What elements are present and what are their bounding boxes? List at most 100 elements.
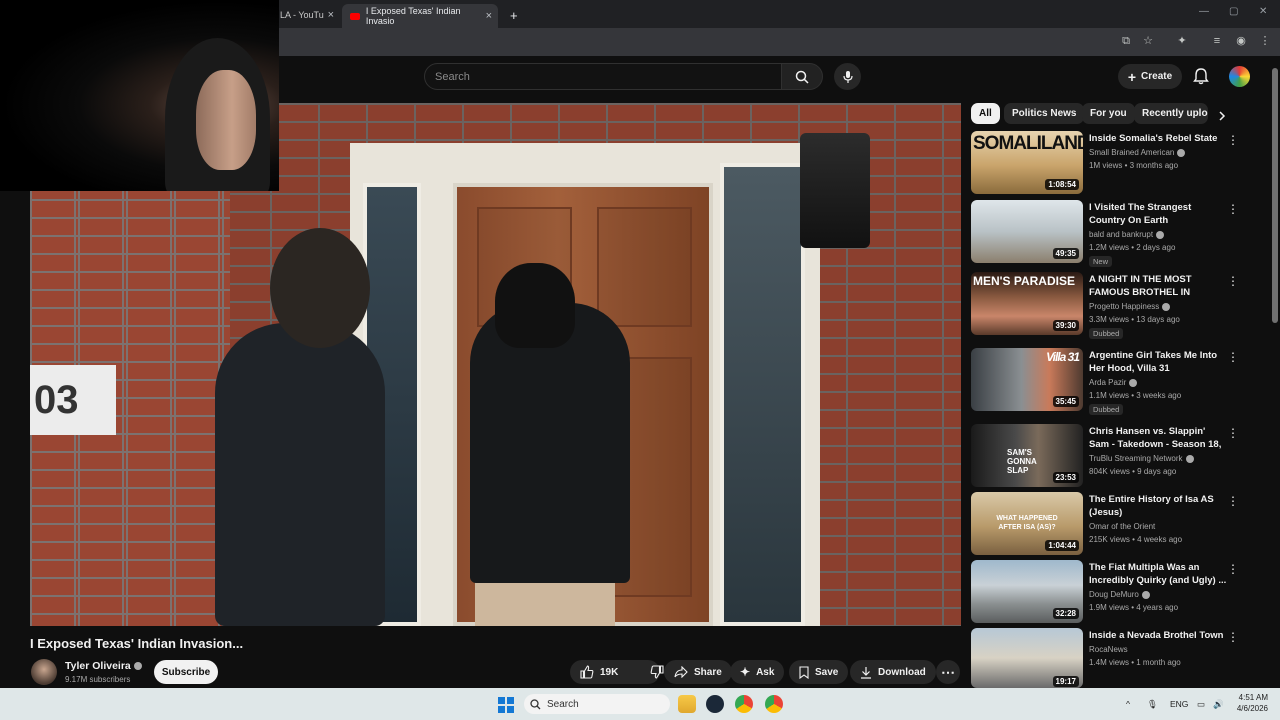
video-title[interactable]: I Visited The Strangest Country On Earth — [1089, 201, 1227, 227]
browser-menu-icon[interactable]: ⋮ — [1258, 34, 1272, 48]
recommendation-item[interactable]: WHAT HAPPENED AFTER ISA (AS)? 1:04:44 Th… — [971, 492, 1251, 556]
more-options-icon[interactable]: ⋮ — [1227, 350, 1239, 364]
chip-politics-news[interactable]: Politics News — [1004, 103, 1085, 124]
duration-badge: 23:53 — [1052, 472, 1079, 483]
chip-for-you[interactable]: For you — [1082, 103, 1135, 124]
maximize-icon[interactable]: ▢ — [1229, 6, 1238, 17]
minimize-icon[interactable]: — — [1199, 6, 1209, 17]
channel-name[interactable]: RocaNews — [1089, 645, 1128, 654]
like-button[interactable]: 19K — [570, 660, 628, 684]
media-controls-icon[interactable]: ≡ — [1210, 34, 1224, 48]
create-button[interactable]: + Create — [1118, 64, 1182, 89]
windows-start-icon[interactable] — [498, 697, 514, 713]
video-title[interactable]: A NIGHT IN THE MOST FAMOUS BROTHEL IN EU… — [1089, 273, 1227, 300]
clock-date: 4/6/2026 — [1236, 704, 1268, 713]
more-actions-button[interactable]: ⋯ — [936, 660, 960, 684]
sparkle-icon: ✦ — [740, 665, 751, 679]
profile-icon[interactable]: ◉ — [1234, 34, 1248, 48]
more-options-icon[interactable]: ⋮ — [1227, 562, 1239, 576]
save-label: Save — [815, 666, 839, 678]
save-button[interactable]: Save — [789, 660, 849, 684]
system-clock[interactable]: 4:51 AM 4/6/2026 — [1228, 692, 1268, 714]
webcam-person-face — [196, 70, 256, 170]
more-options-icon[interactable]: ⋮ — [1227, 202, 1239, 216]
channel-name[interactable]: TruBlu Streaming Network — [1089, 454, 1194, 463]
recommendation-item[interactable]: Villa 31 35:45 Argentine Girl Takes Me I… — [971, 348, 1251, 415]
recommendation-item[interactable]: SAM'S GONNA SLAP 23:53 Chris Hansen vs. … — [971, 424, 1251, 488]
recommendation-item[interactable]: 32:28 The Fiat Multipla Was an Incredibl… — [971, 560, 1251, 624]
scrollbar-thumb[interactable] — [1272, 68, 1278, 323]
video-thumbnail[interactable]: 49:35 — [971, 200, 1083, 263]
video-thumbnail[interactable]: 19:17 — [971, 628, 1083, 688]
video-title[interactable]: Argentine Girl Takes Me Into Her Hood, V… — [1089, 349, 1227, 375]
more-options-icon[interactable]: ⋮ — [1227, 274, 1239, 288]
person-right-head — [495, 263, 575, 348]
more-options-icon[interactable]: ⋮ — [1227, 494, 1239, 508]
close-window-icon[interactable]: ✕ — [1259, 6, 1267, 17]
more-options-icon[interactable]: ⋮ — [1227, 426, 1239, 440]
browser-tab-active[interactable]: I Exposed Texas' Indian Invasio × — [342, 4, 498, 28]
steam-icon[interactable] — [706, 695, 724, 713]
chevron-right-icon[interactable] — [1213, 107, 1231, 125]
channel-name[interactable]: bald and bankrupt — [1089, 230, 1165, 239]
video-thumbnail[interactable]: SOMALILAND 1:08:54 — [971, 131, 1083, 194]
share-button[interactable]: Share — [664, 660, 732, 684]
ask-label: Ask — [756, 666, 775, 678]
network-icon[interactable]: ▭ — [1197, 699, 1205, 710]
more-options-icon[interactable]: ⋮ — [1227, 133, 1239, 147]
volume-icon[interactable]: 🔊 — [1213, 699, 1224, 710]
channel-name[interactable]: Progetto Happiness — [1089, 302, 1171, 311]
channel-avatar[interactable] — [31, 659, 57, 685]
voice-search-button[interactable] — [834, 63, 861, 90]
dubbed-badge: Dubbed — [1089, 404, 1124, 415]
more-options-icon[interactable]: ⋮ — [1227, 630, 1239, 644]
thumbnail-text: MEN'S PARADISE — [973, 274, 1075, 288]
video-title[interactable]: Inside Somalia's Rebel State — [1089, 132, 1227, 145]
like-count: 19K — [600, 666, 619, 678]
download-button[interactable]: Download — [850, 660, 936, 684]
channel-name[interactable]: Omar of the Orient — [1089, 522, 1155, 531]
search-button[interactable] — [781, 63, 823, 90]
chrome-icon[interactable] — [735, 695, 753, 713]
file-explorer-icon[interactable] — [678, 695, 696, 713]
bookmark-star-icon[interactable]: ☆ — [1141, 34, 1155, 48]
close-tab-icon[interactable]: × — [486, 10, 492, 22]
new-tab-button[interactable]: + — [502, 4, 526, 26]
video-title[interactable]: Chris Hansen vs. Slappin' Sam - Takedown… — [1089, 425, 1227, 452]
install-app-icon[interactable]: ⧉ — [1119, 34, 1133, 48]
video-thumbnail[interactable]: Villa 31 35:45 — [971, 348, 1083, 411]
channel-name[interactable]: Arda Pazir — [1089, 378, 1138, 387]
recommendation-item[interactable]: MEN'S PARADISE 39:30 A NIGHT IN THE MOST… — [971, 272, 1251, 339]
chip-recently-uploaded[interactable]: Recently uploa — [1134, 103, 1208, 124]
recommendation-item[interactable]: 49:35 I Visited The Strangest Country On… — [971, 200, 1251, 267]
taskbar-search[interactable]: Search — [524, 694, 670, 714]
video-thumbnail[interactable]: WHAT HAPPENED AFTER ISA (AS)? 1:04:44 — [971, 492, 1083, 555]
extensions-icon[interactable]: ✦ — [1175, 34, 1189, 48]
video-thumbnail[interactable]: SAM'S GONNA SLAP 23:53 — [971, 424, 1083, 487]
close-tab-icon[interactable]: × — [328, 9, 334, 21]
notifications-bell-icon[interactable] — [1192, 67, 1210, 85]
recommendation-item[interactable]: 19:17 Inside a Nevada Brothel Town RocaN… — [971, 628, 1251, 688]
video-title[interactable]: The Fiat Multipla Was an Incredibly Quir… — [1089, 561, 1227, 587]
chrome-profile-icon[interactable] — [765, 695, 783, 713]
search-input[interactable]: Search — [424, 63, 782, 90]
video-meta: 1.2M views • 2 days ago — [1089, 243, 1176, 252]
video-title[interactable]: The Entire History of Isa AS (Jesus) — [1089, 493, 1227, 519]
microphone-tray-icon[interactable]: 🎙 — [1147, 699, 1158, 710]
ask-button[interactable]: ✦ Ask — [730, 660, 785, 684]
channel-name[interactable]: Small Brained American — [1089, 148, 1186, 157]
subscribe-button[interactable]: Subscribe — [154, 660, 218, 684]
account-avatar[interactable] — [1229, 66, 1250, 87]
duration-badge: 39:30 — [1052, 320, 1079, 331]
browser-tab[interactable]: LA - YouTu × — [272, 4, 340, 26]
tray-overflow-icon[interactable]: ^ — [1126, 699, 1130, 709]
recommendation-item[interactable]: SOMALILAND 1:08:54 Inside Somalia's Rebe… — [971, 131, 1251, 195]
channel-name[interactable]: Doug DeMuro — [1089, 590, 1150, 599]
video-title[interactable]: Inside a Nevada Brothel Town — [1089, 629, 1227, 642]
chip-all[interactable]: All — [971, 103, 1000, 124]
language-indicator[interactable]: ENG — [1170, 699, 1188, 709]
channel-name-main[interactable]: Tyler Oliveira — [65, 660, 142, 672]
video-meta: 3.3M views • 13 days ago — [1089, 315, 1180, 324]
video-thumbnail[interactable]: 32:28 — [971, 560, 1083, 623]
video-thumbnail[interactable]: MEN'S PARADISE 39:30 — [971, 272, 1083, 335]
